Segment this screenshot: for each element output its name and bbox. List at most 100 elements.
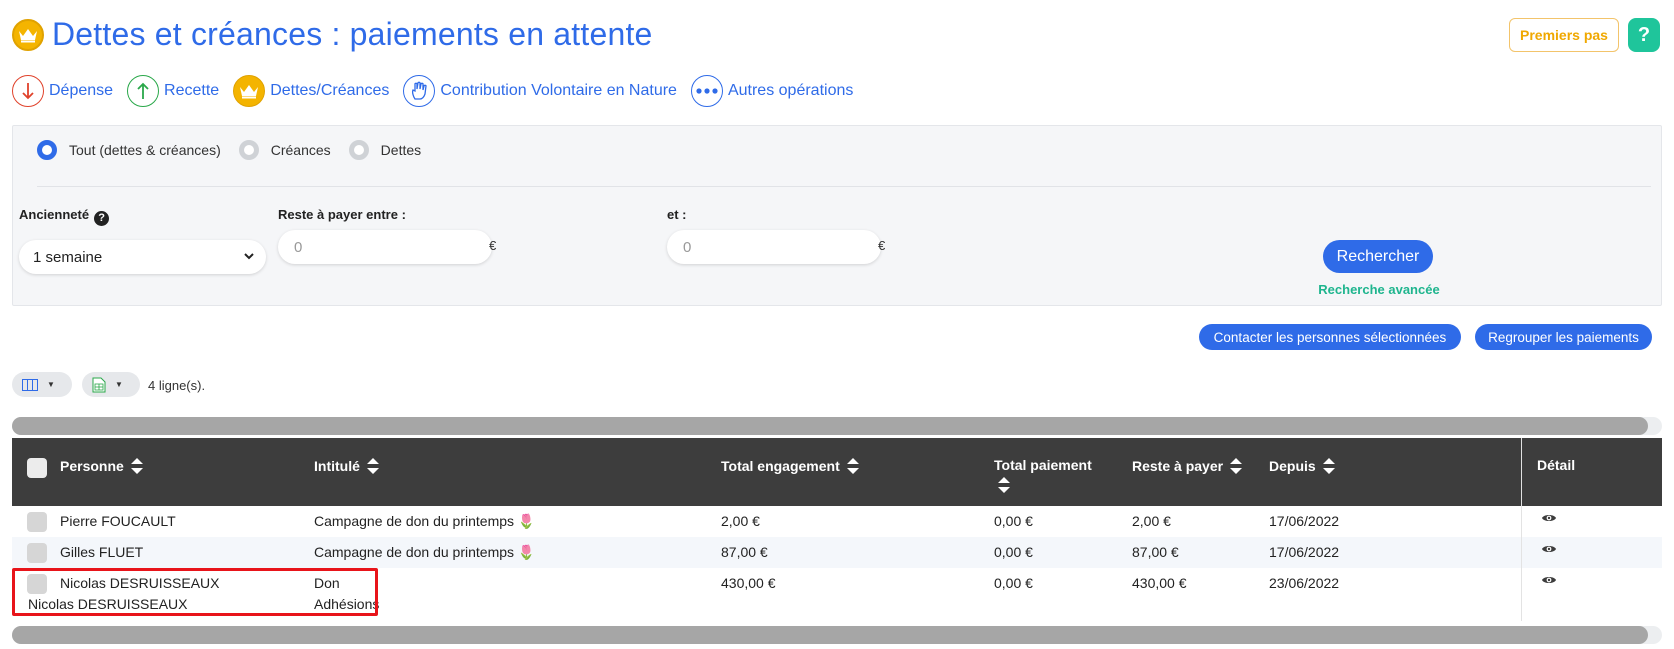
eye-icon[interactable] (1541, 574, 1557, 586)
sort-icon (1322, 458, 1335, 474)
spreadsheet-icon (92, 377, 106, 392)
more-dots-icon (690, 75, 723, 107)
col-label: Total paiement (994, 457, 1092, 473)
col-intitule[interactable]: Intitulé (314, 458, 379, 474)
reste-min-input[interactable] (278, 230, 492, 264)
cell-total-engagement: 2,00 € (721, 513, 760, 529)
crown-icon (12, 18, 44, 51)
eye-icon[interactable] (1541, 512, 1557, 524)
tulip-icon: 🌷 (517, 544, 536, 560)
cell-depuis: 17/06/2022 (1269, 544, 1340, 560)
export-xlsx-button[interactable]: ▼ (82, 372, 140, 397)
table-header: Personne Intitulé Total engagement Total… (12, 438, 1662, 506)
radio-label: Tout (dettes & créances) (69, 142, 221, 158)
op-contribution-volontaire[interactable]: Contribution Volontaire en Nature (403, 75, 677, 107)
cell-total-paiement: 0,00 € (994, 544, 1033, 560)
table-row[interactable]: Nicolas DESRUISSEAUX Nicolas DESRUISSEAU… (12, 568, 1662, 621)
checkbox-icon (27, 458, 47, 478)
row-checkbox[interactable] (27, 512, 47, 532)
cell-reste: 87,00 € (1132, 544, 1179, 560)
cell-reste: 2,00 € (1132, 513, 1171, 529)
cell-intitule-secondary: Adhésions (314, 596, 380, 612)
anciennete-value: 1 semaine (33, 248, 103, 266)
radio-creances[interactable]: Créances (238, 140, 331, 160)
sort-icon (998, 477, 1010, 493)
col-personne[interactable]: Personne (60, 458, 143, 474)
sort-icon (846, 458, 859, 474)
radio-tout[interactable]: Tout (dettes & créances) (37, 140, 221, 160)
cell-intitule: Don (314, 575, 340, 591)
cell-intitule: Campagne de don du printemps 🌷 (314, 544, 535, 561)
eye-icon[interactable] (1541, 543, 1557, 555)
filter-panel: Tout (dettes & créances) Créances Dettes… (12, 125, 1662, 306)
scrollbar-thumb[interactable] (12, 626, 1648, 644)
et-label: et : (667, 207, 687, 222)
reste-max-input[interactable] (667, 230, 881, 264)
col-total-paiement[interactable]: Total paiement (994, 457, 1092, 496)
select-all-checkbox[interactable] (27, 458, 47, 478)
col-reste-a-payer[interactable]: Reste à payer (1132, 458, 1243, 474)
cell-depuis: 17/06/2022 (1269, 513, 1340, 529)
col-label: Intitulé (314, 458, 360, 474)
radio-selected-icon (37, 140, 57, 160)
help-button[interactable]: ? (1628, 18, 1660, 52)
cell-personne: Nicolas DESRUISSEAUX (60, 575, 220, 591)
contact-selected-button[interactable]: Contacter les personnes sélectionnées (1199, 324, 1461, 350)
operations-nav: Dépense Recette Dettes/Créances Contribu… (12, 75, 867, 107)
payments-table: Personne Intitulé Total engagement Total… (12, 438, 1662, 621)
op-label: Recette (164, 82, 220, 99)
table-row[interactable]: Gilles FLUET Campagne de don du printemp… (12, 537, 1662, 568)
hand-icon (403, 75, 436, 107)
horizontal-scrollbar-top[interactable] (12, 417, 1662, 435)
anciennete-select[interactable]: 1 semaine (19, 240, 266, 274)
radio-unselected-icon (348, 140, 369, 160)
chevron-down-icon (244, 253, 254, 260)
col-total-engagement[interactable]: Total engagement (721, 458, 859, 474)
cell-personne: Pierre FOUCAULT (60, 513, 176, 529)
tulip-icon: 🌷 (517, 513, 536, 529)
op-depense[interactable]: Dépense (12, 75, 113, 107)
col-label: Détail (1537, 457, 1576, 473)
op-dettes-creances[interactable]: Dettes/Créances (233, 75, 389, 107)
op-recette[interactable]: Recette (127, 75, 219, 107)
search-button[interactable]: Rechercher (1323, 240, 1433, 273)
question-circle-icon[interactable]: ? (94, 210, 110, 226)
checkbox-icon (27, 574, 47, 594)
checkbox-icon (27, 543, 47, 563)
col-detail: Détail (1537, 457, 1575, 473)
crown-icon (233, 75, 266, 107)
row-checkbox[interactable] (27, 543, 47, 563)
col-depuis[interactable]: Depuis (1269, 458, 1335, 474)
premiers-pas-button[interactable]: Premiers pas (1509, 18, 1619, 52)
col-label: Personne (60, 458, 124, 474)
group-payments-button[interactable]: Regrouper les paiements (1475, 324, 1652, 350)
cell-total-engagement: 87,00 € (721, 544, 768, 560)
table-row[interactable]: Pierre FOUCAULT Campagne de don du print… (12, 506, 1662, 537)
row-checkbox[interactable] (27, 574, 47, 594)
horizontal-scrollbar-bottom[interactable] (12, 626, 1662, 644)
radio-label: Créances (270, 142, 331, 158)
scrollbar-thumb[interactable] (12, 417, 1648, 435)
row-count: 4 ligne(s). (148, 378, 206, 393)
caret-down-icon: ▼ (47, 380, 55, 389)
arrow-up-icon (127, 75, 160, 107)
currency-label: € (878, 238, 886, 253)
op-label: Contribution Volontaire en Nature (440, 82, 677, 99)
advanced-search-link[interactable]: Recherche avancée (1313, 282, 1445, 297)
op-label: Dépense (49, 82, 114, 99)
columns-toggle-button[interactable]: ▼ (12, 372, 72, 397)
radio-unselected-icon (238, 140, 259, 160)
page-header: Dettes et créances : paiements en attent… (12, 16, 653, 53)
op-autres-operations[interactable]: Autres opérations (690, 75, 853, 107)
column-divider (1521, 438, 1522, 506)
radio-dettes[interactable]: Dettes (348, 140, 421, 160)
anciennete-label: Ancienneté? (19, 207, 110, 226)
cell-personne-secondary: Nicolas DESRUISSEAUX (28, 596, 188, 612)
columns-icon (22, 378, 38, 391)
divider (37, 186, 1651, 187)
sort-icon (366, 458, 379, 474)
anciennete-label-text: Ancienneté (19, 207, 90, 222)
col-label: Total engagement (721, 458, 840, 474)
op-label: Dettes/Créances (270, 82, 390, 99)
page-title: Dettes et créances : paiements en attent… (52, 16, 653, 52)
